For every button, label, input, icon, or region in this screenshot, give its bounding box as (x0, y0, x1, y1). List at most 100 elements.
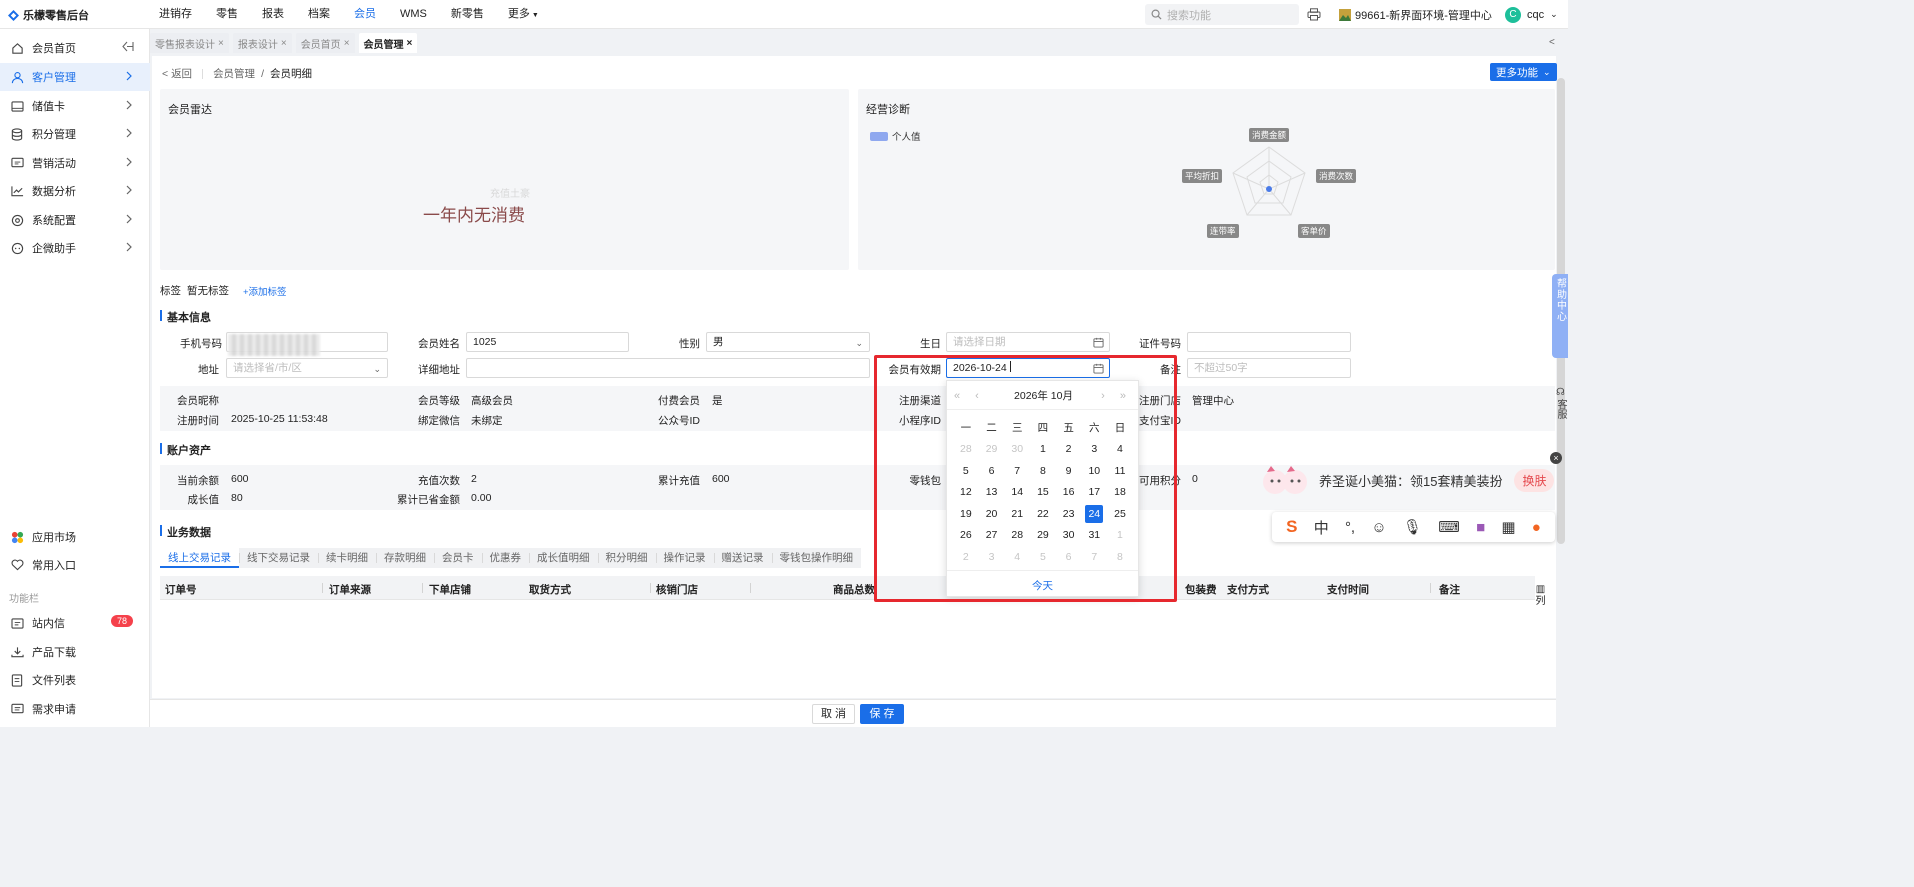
tab-gifts[interactable]: 赠送记录 (713, 548, 772, 568)
sidebar-item-marketing[interactable]: 营销活动 (0, 149, 150, 177)
sidebar-item-label: 积分管理 (32, 129, 76, 141)
column-settings-button[interactable]: ▥ 列 (1535, 584, 1546, 608)
more-functions-button[interactable]: 更多功能 ⌄ (1490, 63, 1557, 81)
tab-member-card[interactable]: 会员卡 (434, 548, 482, 568)
tag-value: 暂无标签 (187, 285, 229, 297)
column-header: 下单店铺 (429, 584, 471, 596)
name-label: 会员姓名 (418, 338, 460, 350)
tab-points[interactable]: 积分明细 (597, 548, 656, 568)
sidebar-item-label: 常用入口 (32, 560, 76, 572)
microphone-icon[interactable]: 🎙 (1403, 518, 1422, 536)
sidebar-item-points[interactable]: 积分管理 (0, 120, 150, 148)
topnav-report[interactable]: 报表 (253, 0, 293, 29)
tab-online-orders[interactable]: 线上交易记录 (160, 548, 239, 568)
sogou-logo-icon[interactable]: S (1286, 517, 1297, 537)
column-header: 取货方式 (529, 584, 571, 596)
keyboard-icon[interactable]: ⌨ (1438, 518, 1460, 536)
sidebar-item-analytics[interactable]: 数据分析 (0, 177, 150, 205)
tag-row: 标签 暂无标签 +添加标签 (160, 283, 287, 298)
help-center-button[interactable]: 帮助中心 (1552, 274, 1568, 358)
user-menu[interactable]: C cqc ⌄ (1505, 0, 1558, 29)
tab-deposit[interactable]: 存款明细 (376, 548, 434, 568)
breadcrumb-sep: / (261, 67, 264, 80)
promo-close-icon[interactable]: × (1550, 452, 1562, 464)
tab-wallet-ops[interactable]: 零钱包操作明细 (771, 548, 862, 568)
gender-select[interactable]: 男 ⌄ (706, 332, 870, 352)
topnav-new-retail[interactable]: 新零售 (442, 0, 493, 29)
sidebar-item-settings[interactable]: 系统配置 (0, 206, 150, 234)
sidebar-item-member-home[interactable]: 会员首页 (0, 34, 150, 62)
sidebar-item-label: 客户管理 (32, 72, 76, 84)
sidebar-item-download[interactable]: 产品下载 (0, 638, 150, 666)
collapse-sidebar-icon[interactable] (122, 41, 134, 52)
gender-label: 性别 (679, 338, 700, 350)
cat-mascot-icon (1263, 466, 1307, 494)
close-icon[interactable]: × (407, 38, 413, 49)
punctuation-icon[interactable]: °, (1345, 519, 1355, 536)
customer-service-button[interactable]: ☊ 客服 (1553, 386, 1568, 423)
page-tab[interactable]: 会员首页 × (295, 33, 355, 53)
page-tab[interactable]: 报表设计 × (232, 33, 292, 53)
column-header: 支付时间 (1327, 584, 1369, 596)
id-number-label: 证件号码 (1139, 338, 1181, 350)
tab-renewal[interactable]: 续卡明细 (318, 548, 376, 568)
user-icon (10, 70, 24, 84)
tab-offline-orders[interactable]: 线下交易记录 (239, 548, 318, 568)
customer-service-label: 客服 (1555, 399, 1566, 419)
back-link[interactable]: < 返回 (162, 66, 192, 81)
close-icon[interactable]: × (218, 38, 224, 49)
grid-icon[interactable]: ▦ (1501, 518, 1515, 536)
remark-field[interactable]: 不超过50字 (1187, 358, 1351, 378)
close-icon[interactable]: × (281, 38, 287, 49)
tab-coupon[interactable]: 优惠券 (481, 548, 530, 568)
promo-skin-button[interactable]: 换肤 (1514, 468, 1555, 492)
app-logo[interactable]: 乐檬零售后台 (8, 7, 89, 23)
printer-button[interactable] (1307, 0, 1321, 29)
caret-down-icon: ▼ (531, 12, 539, 19)
sidebar-item-request[interactable]: 需求申请 (0, 695, 150, 723)
breadcrumb-current: 会员明细 (269, 68, 312, 80)
emoji-icon[interactable]: ☺ (1371, 519, 1386, 536)
sidebar-item-customer[interactable]: 客户管理 (0, 63, 150, 91)
topnav-member[interactable]: 会员 (345, 0, 385, 29)
tabs-scroll-left-icon[interactable]: < (1549, 37, 1555, 48)
sidebar-item-stored-card[interactable]: 储值卡 (0, 92, 150, 120)
store-name: 99661-新界面环境-管理中心 (1355, 9, 1492, 22)
skin-icon[interactable]: ■ (1476, 519, 1485, 536)
page-tab-active[interactable]: 会员管理 × (358, 33, 418, 53)
detail-address-field[interactable] (466, 358, 870, 378)
sidebar-item-app-market[interactable]: 应用市场 (0, 523, 150, 551)
printer-icon (1307, 8, 1321, 21)
add-tag-link[interactable]: +添加标签 (243, 284, 287, 298)
cancel-button[interactable]: 取 消 (812, 704, 855, 724)
search-input[interactable]: 搜索功能 (1145, 4, 1299, 25)
id-number-field[interactable] (1187, 332, 1351, 352)
sidebar-item-files[interactable]: 文件列表 (0, 666, 150, 694)
close-icon[interactable]: × (344, 38, 350, 49)
topnav-retail[interactable]: 零售 (207, 0, 247, 29)
sidebar-item-inbox[interactable]: 站内信 78 (0, 609, 150, 637)
sidebar-item-favorites[interactable]: 常用入口 (0, 551, 150, 579)
mascot-icon[interactable]: ● (1532, 519, 1541, 536)
name-field[interactable]: 1025 (466, 332, 629, 352)
save-button[interactable]: 保 存 (860, 704, 904, 724)
radar-axis-label: 消费金额 (1249, 128, 1290, 142)
ime-lang-toggle[interactable]: 中 (1314, 517, 1329, 538)
panel-title: 会员雷达 (168, 104, 212, 116)
breadcrumb-parent[interactable]: 会员管理 (213, 66, 255, 81)
growth-value: 80 (231, 492, 243, 504)
logo-icon (8, 9, 19, 21)
store-selector[interactable]: 99661-新界面环境-管理中心 (1339, 0, 1492, 29)
address-select[interactable]: 请选择省/市/区 ⌄ (226, 358, 388, 378)
sidebar-item-wecom[interactable]: 企微助手 (0, 234, 150, 262)
birthday-field[interactable]: 请选择日期 (946, 332, 1110, 352)
topnav-archive[interactable]: 档案 (299, 0, 339, 29)
page-tab[interactable]: 零售报表设计 × (150, 33, 229, 53)
topnav-more[interactable]: 更多 ▼ (499, 0, 548, 29)
back-link-label: 返回 (171, 68, 193, 80)
promo-banner[interactable]: 养圣诞小美猫：领15套精美装扮 换肤 (1259, 458, 1555, 502)
topnav-wms[interactable]: WMS (391, 0, 436, 29)
tab-growth[interactable]: 成长值明细 (529, 548, 598, 568)
tab-operations[interactable]: 操作记录 (655, 548, 714, 568)
topnav-jxc[interactable]: 进销存 (150, 0, 201, 29)
